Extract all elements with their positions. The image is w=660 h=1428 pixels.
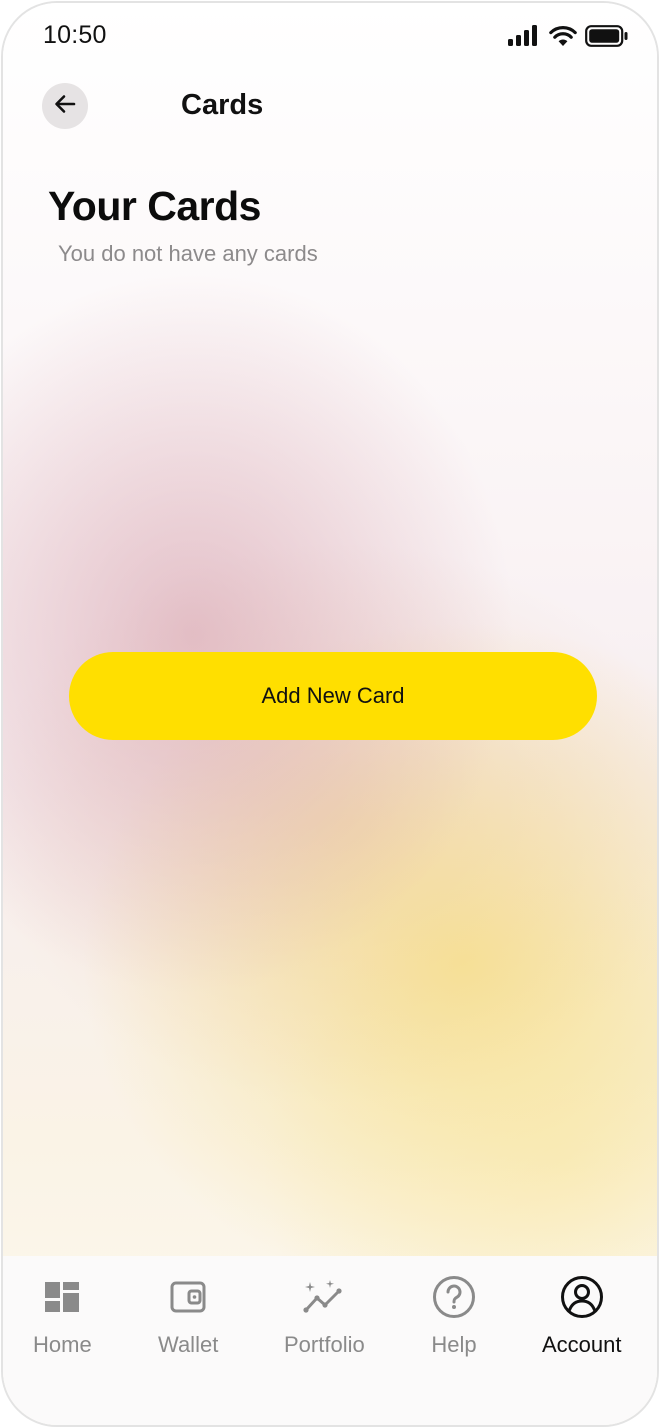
dashboard-grid-icon — [39, 1274, 85, 1320]
page-title: Cards — [181, 89, 264, 121]
nav-label-help: Help — [431, 1332, 477, 1357]
nav-label-home: Home — [33, 1332, 92, 1357]
arrow-left-icon — [52, 91, 78, 122]
nav-label-account: Account — [542, 1332, 622, 1357]
chart-sparkle-icon — [301, 1274, 347, 1320]
back-button[interactable] — [42, 83, 88, 129]
nav-item-wallet[interactable]: Wallet — [158, 1274, 218, 1358]
nav-item-home[interactable]: Home — [33, 1274, 92, 1358]
signal-icon — [507, 25, 541, 52]
phone-frame: 10:50 Cards Your Cards You do not have a… — [1, 1, 659, 1427]
empty-cards-message: You do not have any cards — [58, 241, 318, 266]
nav-item-help[interactable]: Help — [431, 1274, 477, 1358]
add-new-card-button[interactable]: Add New Card — [69, 652, 597, 740]
wallet-icon — [165, 1274, 211, 1320]
nav-item-account[interactable]: Account — [542, 1274, 622, 1358]
your-cards-heading: Your Cards — [48, 183, 261, 229]
bottom-navigation: Home Wallet Portfolio Help Account — [3, 1256, 657, 1425]
nav-item-portfolio[interactable]: Portfolio — [284, 1274, 365, 1358]
wifi-icon — [549, 25, 577, 52]
status-time: 10:50 — [43, 21, 107, 49]
battery-icon — [585, 25, 629, 52]
nav-label-wallet: Wallet — [158, 1332, 219, 1357]
user-circle-icon — [559, 1274, 605, 1320]
nav-label-portfolio: Portfolio — [284, 1332, 365, 1357]
question-circle-icon — [431, 1274, 477, 1320]
status-icons — [507, 25, 629, 52]
